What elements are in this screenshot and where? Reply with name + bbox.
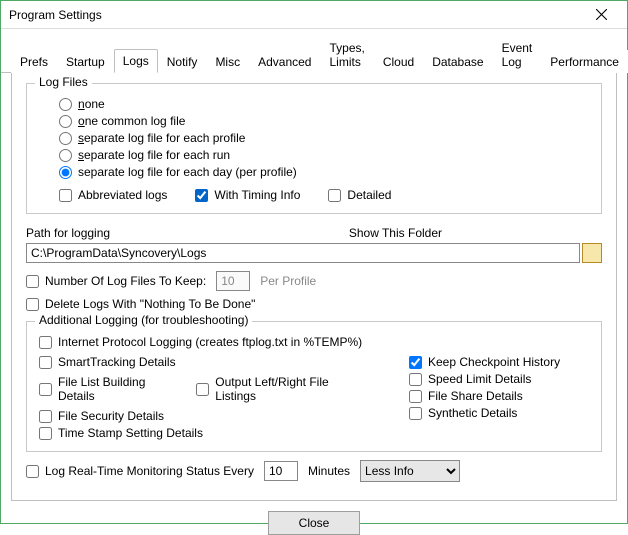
check-file-share[interactable] (409, 390, 422, 403)
close-icon (596, 9, 607, 20)
radio-per-day[interactable] (59, 166, 72, 179)
radio-per-profile-label[interactable]: separate log file for each profile (78, 131, 245, 145)
realtime-interval-input[interactable] (264, 461, 298, 481)
check-file-share-label[interactable]: File Share Details (428, 389, 523, 403)
radio-one-common[interactable] (59, 115, 72, 128)
radio-per-profile[interactable] (59, 132, 72, 145)
check-speed-limit-label[interactable]: Speed Limit Details (428, 372, 531, 386)
tab-strip: Prefs Startup Logs Notify Misc Advanced … (1, 29, 627, 73)
log-mode-radios: none one common log file separate log fi… (39, 97, 589, 179)
close-button[interactable]: Close (268, 511, 360, 535)
tab-types-limits[interactable]: Types, Limits (320, 36, 373, 73)
check-num-log-files[interactable] (26, 275, 39, 288)
browse-folder-button[interactable] (582, 243, 602, 263)
realtime-unit: Minutes (308, 464, 350, 478)
check-timing-info[interactable] (195, 189, 208, 202)
check-filelist-building-label[interactable]: File List Building Details (58, 375, 182, 403)
check-output-lr-listings-label[interactable]: Output Left/Right File Listings (215, 375, 369, 403)
check-file-security-label[interactable]: File Security Details (58, 409, 164, 423)
check-keep-checkpoint-label[interactable]: Keep Checkpoint History (428, 355, 560, 369)
check-output-lr-listings[interactable] (196, 383, 209, 396)
check-ipl-label[interactable]: Internet Protocol Logging (creates ftplo… (58, 335, 362, 349)
check-ipl[interactable] (39, 336, 52, 349)
num-log-files-suffix: Per Profile (260, 274, 316, 288)
radio-per-run[interactable] (59, 149, 72, 162)
radio-none-label[interactable]: none (78, 97, 105, 111)
tab-notify[interactable]: Notify (158, 50, 207, 73)
check-timing-info-label[interactable]: With Timing Info (214, 188, 300, 202)
show-this-folder-link[interactable]: Show This Folder (349, 226, 442, 240)
check-smarttracking[interactable] (39, 356, 52, 369)
check-smarttracking-label[interactable]: SmartTracking Details (58, 355, 176, 369)
radio-none[interactable] (59, 98, 72, 111)
check-detailed-label[interactable]: Detailed (347, 188, 391, 202)
check-file-security[interactable] (39, 410, 52, 423)
group-log-files: Log Files none one common log file separ… (26, 83, 602, 214)
realtime-detail-select[interactable]: Less Info (360, 460, 460, 482)
tab-performance[interactable]: Performance (541, 50, 628, 73)
path-label: Path for logging (26, 226, 110, 240)
check-synthetic-label[interactable]: Synthetic Details (428, 406, 517, 420)
check-keep-checkpoint[interactable] (409, 356, 422, 369)
tab-startup[interactable]: Startup (57, 50, 114, 73)
group-additional-legend: Additional Logging (for troubleshooting) (35, 313, 252, 327)
num-log-files-input[interactable] (216, 271, 250, 291)
radio-per-run-label[interactable]: separate log file for each run (78, 148, 230, 162)
check-realtime-monitoring[interactable] (26, 465, 39, 478)
check-delete-nothing[interactable] (26, 298, 39, 311)
check-abbrev-logs[interactable] (59, 189, 72, 202)
radio-one-common-label[interactable]: one common log file (78, 114, 185, 128)
tab-prefs[interactable]: Prefs (11, 50, 57, 73)
tab-advanced[interactable]: Advanced (249, 50, 320, 73)
check-timestamp-setting-label[interactable]: Time Stamp Setting Details (58, 426, 203, 440)
check-abbrev-logs-label[interactable]: Abbreviated logs (78, 188, 167, 202)
group-log-files-legend: Log Files (35, 75, 92, 89)
check-realtime-monitoring-label[interactable]: Log Real-Time Monitoring Status Every (45, 464, 254, 478)
titlebar: Program Settings (1, 1, 627, 29)
tab-misc[interactable]: Misc (206, 50, 249, 73)
check-delete-nothing-label[interactable]: Delete Logs With "Nothing To Be Done" (45, 297, 255, 311)
path-input[interactable] (26, 243, 580, 263)
tab-panel-logs: Log Files none one common log file separ… (11, 73, 617, 501)
tab-event-log[interactable]: Event Log (493, 36, 542, 73)
check-timestamp-setting[interactable] (39, 427, 52, 440)
radio-per-day-label[interactable]: separate log file for each day (per prof… (78, 165, 297, 179)
check-filelist-building[interactable] (39, 383, 52, 396)
check-synthetic[interactable] (409, 407, 422, 420)
window-title: Program Settings (9, 8, 102, 22)
tab-cloud[interactable]: Cloud (374, 50, 423, 73)
tab-database[interactable]: Database (423, 50, 492, 73)
check-detailed[interactable] (328, 189, 341, 202)
tab-logs[interactable]: Logs (114, 49, 158, 73)
program-settings-window: Program Settings Prefs Startup Logs Noti… (0, 0, 628, 524)
group-additional-logging: Additional Logging (for troubleshooting)… (26, 321, 602, 452)
check-speed-limit[interactable] (409, 373, 422, 386)
check-num-log-files-label[interactable]: Number Of Log Files To Keep: (45, 274, 206, 288)
window-close-button[interactable] (583, 1, 619, 28)
